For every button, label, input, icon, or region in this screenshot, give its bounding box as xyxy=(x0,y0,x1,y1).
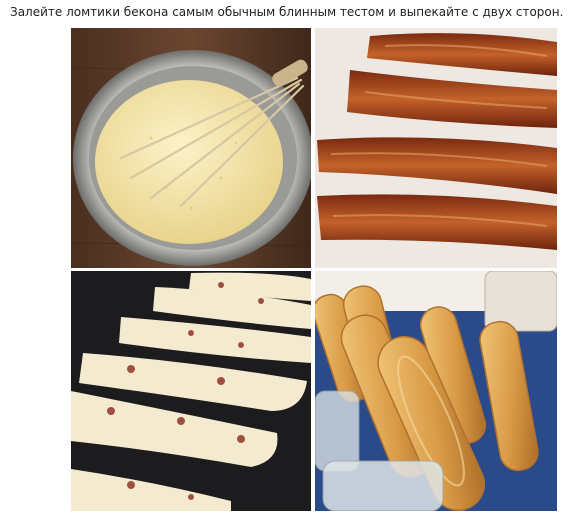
fried-bacon-photo xyxy=(315,28,557,268)
post-caption: Залейте ломтики бекона самым обычным бли… xyxy=(10,5,564,19)
bacon-in-batter-photo xyxy=(71,271,311,511)
bacon-pancakes-photo xyxy=(315,271,557,511)
batter-bowl-photo xyxy=(71,28,311,268)
